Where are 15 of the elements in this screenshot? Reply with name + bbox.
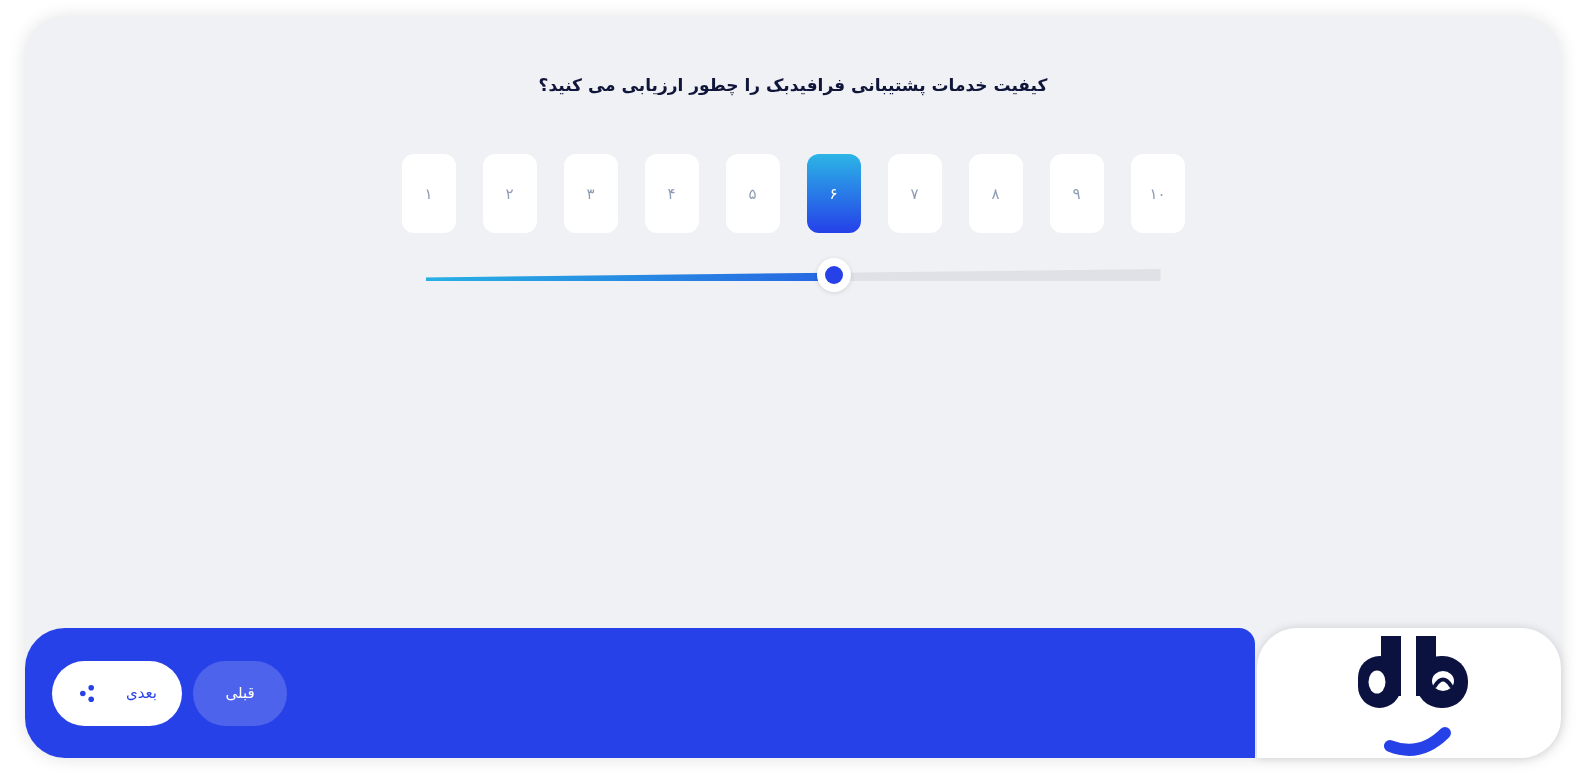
rating-option[interactable]: ۱: [401, 154, 456, 233]
rating-option[interactable]: ۶: [806, 154, 861, 233]
rating-option[interactable]: ۹: [1049, 154, 1104, 233]
slider-thumb[interactable]: [817, 258, 852, 292]
rating-option[interactable]: ۵: [725, 154, 780, 233]
rating-option[interactable]: ۳: [563, 154, 618, 233]
rating-option[interactable]: ۲: [482, 154, 537, 233]
question-title: کیفیت خدمات پشتیبانی فرافیدبک را چطور ارزیابی می کنید؟: [538, 74, 1048, 98]
next-button[interactable]: بعدی: [52, 660, 182, 726]
rating-option[interactable]: ۷: [887, 154, 942, 233]
previous-button[interactable]: قبلی: [193, 660, 287, 726]
dots-icon: [80, 684, 94, 702]
rating-option[interactable]: ۴: [644, 154, 699, 233]
rating-option[interactable]: ۸: [968, 154, 1023, 233]
rating-option[interactable]: ۱۰: [1130, 154, 1185, 233]
